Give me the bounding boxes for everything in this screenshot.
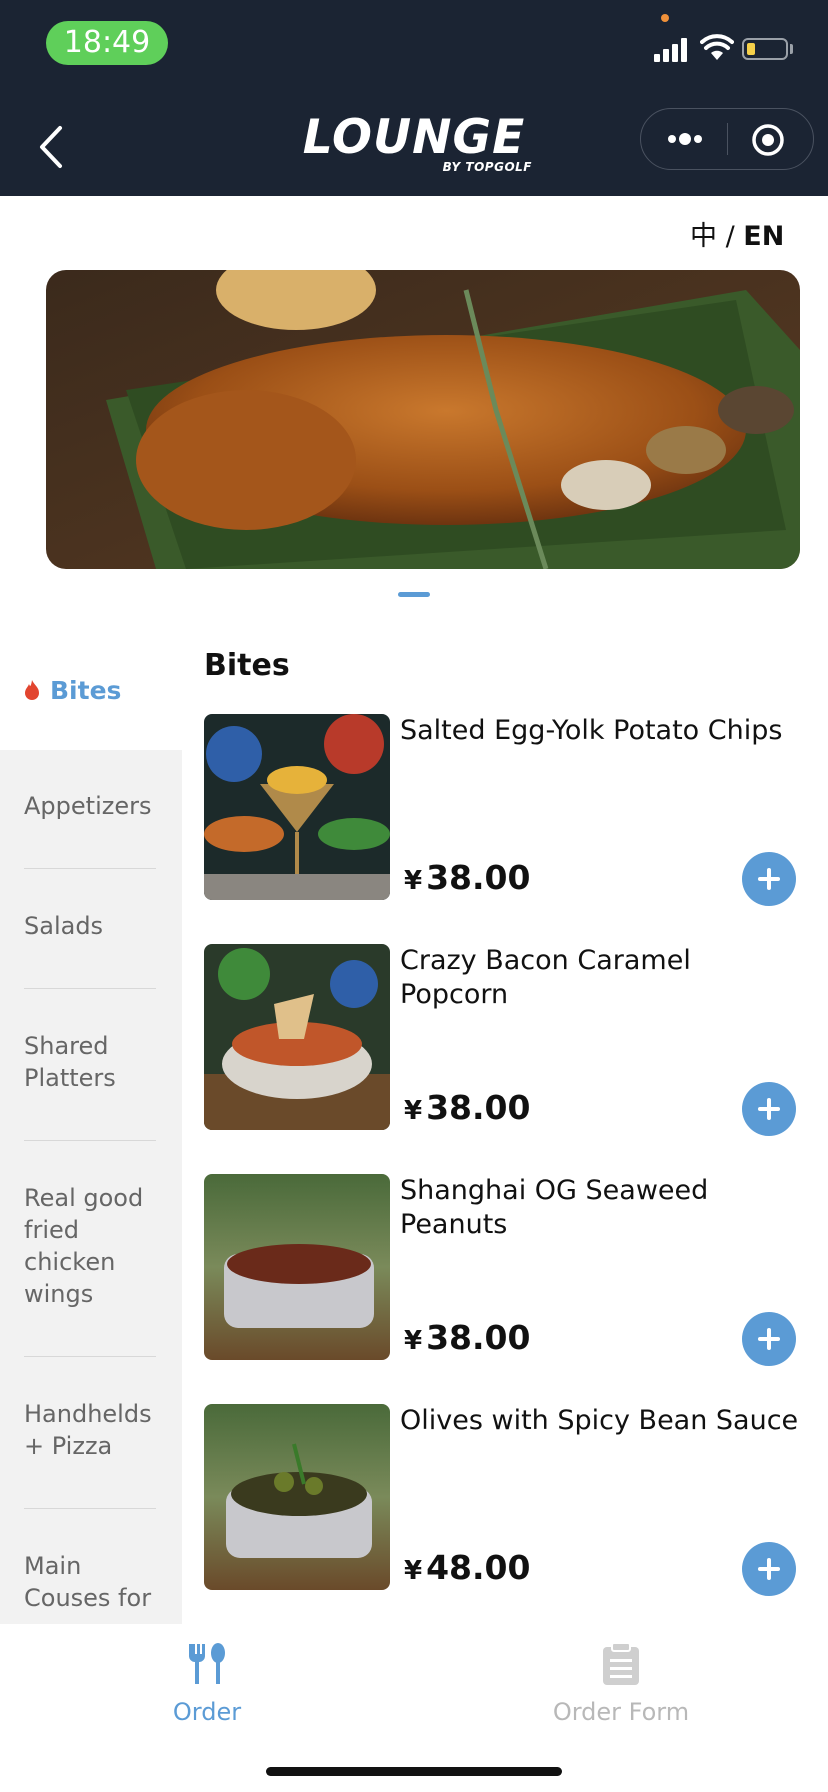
capsule-divider xyxy=(727,123,728,155)
category-divider xyxy=(24,1508,156,1509)
fire-icon xyxy=(25,680,39,700)
menu-item-name: Olives with Spicy Bean Sauce xyxy=(400,1405,799,1436)
menu-item[interactable]: Shanghai OG Seaweed Peanuts ¥38.00 xyxy=(204,1174,804,1366)
lounge-logo: LOUNGE BY TOPGOLF xyxy=(288,112,540,178)
logo-subtext: BY TOPGOLF xyxy=(442,160,532,174)
category-fried-chicken-wings[interactable]: Real good fried chicken wings xyxy=(24,1182,156,1310)
back-button[interactable] xyxy=(34,122,74,172)
privacy-indicator-dot xyxy=(661,14,669,22)
menu-item-image[interactable] xyxy=(204,714,390,900)
menu-item-image[interactable] xyxy=(204,944,390,1130)
home-indicator xyxy=(266,1767,562,1776)
tab-order-label: Order xyxy=(172,1698,242,1726)
menu-item-name: Shanghai OG Seaweed Peanuts xyxy=(400,1175,709,1240)
cellular-signal-icon xyxy=(654,36,690,62)
menu-item[interactable]: Salted Egg-Yolk Potato Chips ¥38.00 xyxy=(204,714,804,906)
lang-en[interactable]: EN xyxy=(743,221,784,252)
currency-symbol: ¥ xyxy=(404,1096,423,1126)
logo-text: LOUNGE xyxy=(302,110,526,165)
language-switch[interactable]: 中 / EN xyxy=(690,214,784,253)
category-handhelds-pizza[interactable]: Handhelds + Pizza xyxy=(24,1398,156,1462)
menu-item-image[interactable] xyxy=(204,1174,390,1360)
banner-page-indicator xyxy=(398,592,430,597)
menu-item-name: Salted Egg-Yolk Potato Chips xyxy=(400,715,783,746)
category-divider xyxy=(24,988,156,989)
add-to-cart-button[interactable] xyxy=(742,852,796,906)
menu-item-price: ¥38.00 xyxy=(404,1088,530,1127)
category-divider xyxy=(24,1356,156,1357)
section-title: Bites xyxy=(204,648,290,683)
menu-item-name: Crazy Bacon Caramel Popcorn xyxy=(400,945,691,1010)
category-bites[interactable]: Bites xyxy=(0,640,182,750)
lang-zh[interactable]: 中 xyxy=(690,221,717,252)
currency-symbol: ¥ xyxy=(404,1326,423,1356)
wifi-icon xyxy=(700,34,734,62)
add-to-cart-button[interactable] xyxy=(742,1542,796,1596)
category-main-courses[interactable]: Main Couses for xyxy=(24,1550,156,1614)
menu-item-image[interactable] xyxy=(204,1404,390,1590)
category-divider xyxy=(24,868,156,869)
category-divider xyxy=(24,1140,156,1141)
promo-banner-image[interactable] xyxy=(46,270,800,569)
miniprogram-capsule xyxy=(640,108,814,170)
menu-item-price: ¥38.00 xyxy=(404,858,530,897)
add-to-cart-button[interactable] xyxy=(742,1082,796,1136)
tab-order[interactable]: Order xyxy=(0,1624,414,1744)
lang-separator: / xyxy=(717,221,744,252)
price-value: 38.00 xyxy=(426,1088,531,1127)
tab-order-form[interactable]: Order Form xyxy=(414,1624,828,1744)
more-options-icon[interactable] xyxy=(665,127,705,151)
fork-spoon-icon xyxy=(189,1643,225,1684)
category-appetizers[interactable]: Appetizers xyxy=(24,790,156,822)
clipboard-icon xyxy=(603,1642,639,1685)
price-value: 38.00 xyxy=(426,858,531,897)
category-label: Bites xyxy=(50,676,122,705)
top-navigation-bar: 18:49 LOUNGE BY TOPGOLF xyxy=(0,0,828,196)
status-time: 18:49 xyxy=(46,21,168,65)
currency-symbol: ¥ xyxy=(404,866,423,896)
category-shared-platters[interactable]: Shared Platters xyxy=(24,1030,156,1094)
battery-cap xyxy=(790,44,793,54)
battery-icon xyxy=(742,38,788,60)
menu-item-price: ¥38.00 xyxy=(404,1318,530,1357)
category-list: Appetizers Salads Shared Platters Real g… xyxy=(0,750,182,1624)
price-value: 48.00 xyxy=(426,1548,531,1587)
menu-item[interactable]: Crazy Bacon Caramel Popcorn ¥38.00 xyxy=(204,944,804,1136)
currency-symbol: ¥ xyxy=(404,1556,423,1586)
category-sidebar: Bites Appetizers Salads Shared Platters … xyxy=(0,640,182,1624)
menu-item[interactable]: Olives with Spicy Bean Sauce ¥48.00 xyxy=(204,1404,804,1596)
tab-order-form-label: Order Form xyxy=(552,1698,690,1726)
price-value: 38.00 xyxy=(426,1318,531,1357)
add-to-cart-button[interactable] xyxy=(742,1312,796,1366)
close-miniprogram-icon[interactable] xyxy=(751,123,785,157)
menu-item-price: ¥48.00 xyxy=(404,1548,530,1587)
category-salads[interactable]: Salads xyxy=(24,910,156,942)
